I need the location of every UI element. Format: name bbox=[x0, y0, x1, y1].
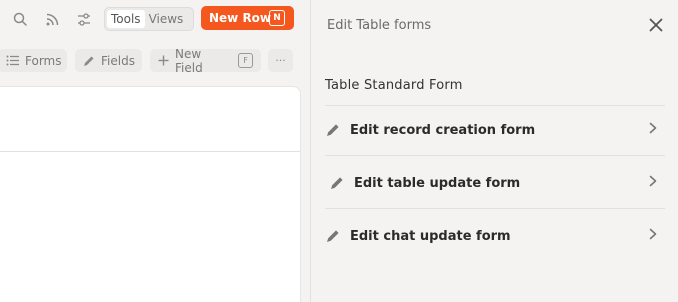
plus-icon bbox=[158, 55, 169, 66]
chevron-right-icon bbox=[649, 122, 657, 134]
chevron-right-icon bbox=[649, 175, 657, 187]
pencil-icon bbox=[327, 124, 339, 136]
more-icon: ··· bbox=[275, 54, 286, 67]
section-title: Table Standard Form bbox=[325, 78, 463, 93]
row-divider bbox=[0, 151, 301, 152]
table-card bbox=[0, 86, 301, 302]
new-row-label: New Row bbox=[209, 11, 272, 25]
form-item-label: Edit record creation form bbox=[350, 122, 536, 138]
pencil-icon bbox=[331, 177, 343, 189]
tools-views-toggle: Tools Views bbox=[104, 7, 194, 31]
views-tab[interactable]: Views bbox=[145, 10, 188, 28]
fields-label: Fields bbox=[101, 53, 135, 68]
tools-tab[interactable]: Tools bbox=[107, 10, 145, 28]
table-area: Tools Views New Row N Forms Fields New F… bbox=[0, 0, 310, 302]
panel-title: Edit Table forms bbox=[327, 18, 432, 33]
divider bbox=[325, 155, 665, 156]
pencil-icon bbox=[327, 230, 339, 242]
list-icon bbox=[6, 55, 19, 66]
form-item-label: Edit table update form bbox=[354, 175, 521, 191]
edit-chat-update-form-item[interactable]: Edit chat update form bbox=[325, 211, 665, 261]
close-button[interactable] bbox=[646, 15, 666, 35]
form-item-label: Edit chat update form bbox=[350, 228, 511, 244]
new-field-label: New Field bbox=[175, 46, 203, 75]
search-icon[interactable] bbox=[10, 9, 30, 29]
divider bbox=[325, 208, 665, 209]
sliders-icon[interactable] bbox=[74, 9, 94, 29]
fields-button[interactable]: Fields bbox=[75, 49, 142, 72]
new-row-shortcut-badge: N bbox=[269, 10, 285, 26]
new-field-shortcut-badge: F bbox=[238, 53, 253, 68]
more-button[interactable]: ··· bbox=[268, 49, 293, 72]
new-row-button[interactable]: New Row N bbox=[201, 6, 294, 30]
edit-forms-panel: Edit Table forms Table Standard Form Edi… bbox=[310, 0, 678, 302]
forms-button[interactable]: Forms bbox=[0, 49, 67, 72]
edit-record-creation-form-item[interactable]: Edit record creation form bbox=[325, 105, 665, 155]
forms-label: Forms bbox=[25, 53, 62, 68]
rss-icon[interactable] bbox=[42, 9, 62, 29]
chevron-right-icon bbox=[649, 228, 657, 240]
new-field-button[interactable]: New Field F bbox=[150, 46, 261, 75]
close-icon bbox=[649, 18, 663, 32]
edit-table-update-form-item[interactable]: Edit table update form bbox=[325, 158, 665, 208]
pencil-icon bbox=[84, 56, 94, 66]
